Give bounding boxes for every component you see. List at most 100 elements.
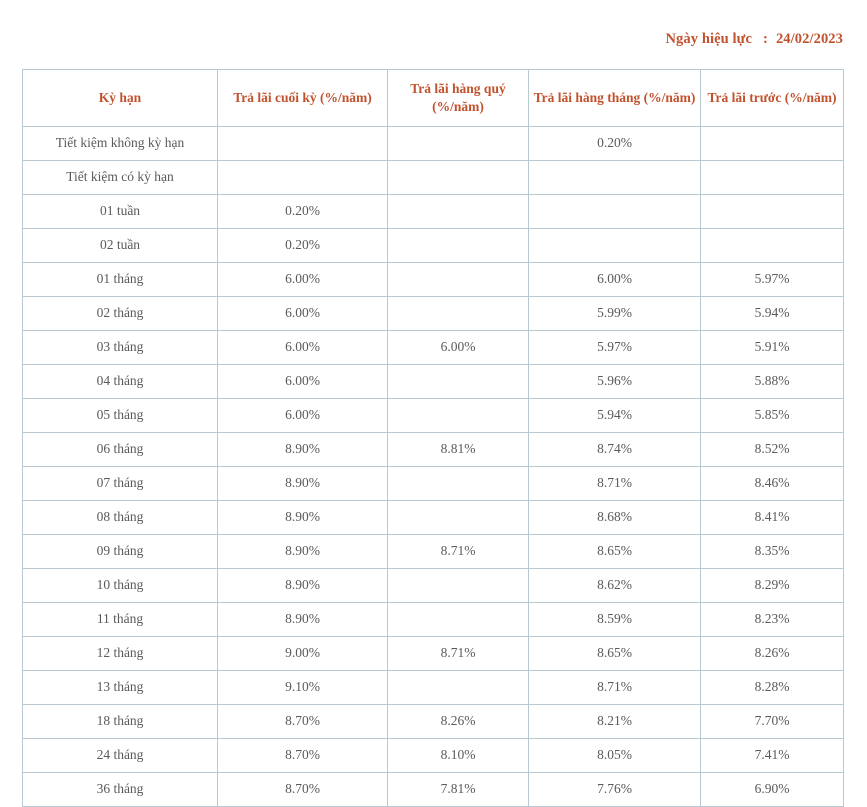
table-row: 10 tháng 8.90% 8.62% 8.29% [22, 568, 844, 603]
table-row: 11 tháng 8.90% 8.59% 8.23% [22, 602, 844, 637]
cell-advance: 8.28% [700, 670, 844, 705]
cell-term: 07 tháng [22, 466, 218, 501]
cell-quarterly [387, 364, 529, 399]
cell-end-of-term: 8.90% [217, 432, 388, 467]
cell-end-of-term: 0.20% [217, 194, 388, 229]
cell-quarterly [387, 398, 529, 433]
cell-end-of-term: 8.90% [217, 466, 388, 501]
cell-term: 11 tháng [22, 602, 218, 637]
cell-quarterly: 6.00% [387, 330, 529, 365]
cell-end-of-term: 8.70% [217, 704, 388, 739]
cell-term: 02 tuần [22, 228, 218, 263]
column-header-quarterly: Trả lãi hàng quý (%/năm) [387, 69, 529, 127]
effective-date: Ngày hiệu lực:24/02/2023 [665, 31, 843, 48]
cell-term: Tiết kiệm có kỳ hạn [22, 160, 218, 195]
cell-end-of-term: 6.00% [217, 330, 388, 365]
cell-monthly: 0.20% [528, 126, 701, 161]
cell-end-of-term: 6.00% [217, 262, 388, 297]
cell-end-of-term: 8.90% [217, 500, 388, 535]
table-row: 03 tháng 6.00% 6.00% 5.97% 5.91% [22, 330, 844, 365]
cell-end-of-term: 8.90% [217, 602, 388, 637]
cell-advance: 5.88% [700, 364, 844, 399]
cell-monthly: 5.97% [528, 330, 701, 365]
cell-monthly [528, 228, 701, 263]
table-row: 36 tháng 8.70% 7.81% 7.76% 6.90% [22, 772, 844, 807]
cell-monthly: 8.68% [528, 500, 701, 535]
cell-end-of-term [217, 126, 388, 161]
cell-advance: 5.91% [700, 330, 844, 365]
cell-monthly: 8.71% [528, 466, 701, 501]
cell-advance: 8.52% [700, 432, 844, 467]
cell-quarterly [387, 228, 529, 263]
cell-quarterly: 8.71% [387, 534, 529, 569]
cell-monthly: 8.71% [528, 670, 701, 705]
table-row: 01 tuần 0.20% [22, 194, 844, 229]
cell-term: 12 tháng [22, 636, 218, 671]
effective-date-separator: : [763, 31, 768, 47]
cell-monthly [528, 160, 701, 195]
cell-quarterly [387, 670, 529, 705]
cell-term: 09 tháng [22, 534, 218, 569]
cell-quarterly [387, 296, 529, 331]
table-header: Kỳ hạn Trả lãi cuối kỳ (%/năm) Trả lãi h… [22, 69, 844, 127]
table-row: 01 tháng 6.00% 6.00% 5.97% [22, 262, 844, 297]
table-row: 24 tháng 8.70% 8.10% 8.05% 7.41% [22, 738, 844, 773]
cell-quarterly [387, 126, 529, 161]
cell-term: 18 tháng [22, 704, 218, 739]
cell-end-of-term [217, 160, 388, 195]
cell-term: 05 tháng [22, 398, 218, 433]
cell-monthly: 8.21% [528, 704, 701, 739]
cell-end-of-term: 8.90% [217, 568, 388, 603]
table-row: Tiết kiệm có kỳ hạn [22, 160, 844, 195]
cell-term: 24 tháng [22, 738, 218, 773]
cell-term: Tiết kiệm không kỳ hạn [22, 126, 218, 161]
cell-term: 02 tháng [22, 296, 218, 331]
cell-term: 36 tháng [22, 772, 218, 807]
cell-advance: 8.46% [700, 466, 844, 501]
cell-quarterly: 8.26% [387, 704, 529, 739]
cell-quarterly: 8.71% [387, 636, 529, 671]
cell-monthly: 5.94% [528, 398, 701, 433]
cell-quarterly [387, 160, 529, 195]
cell-monthly: 7.76% [528, 772, 701, 807]
cell-advance: 5.97% [700, 262, 844, 297]
effective-date-value: 24/02/2023 [775, 31, 843, 47]
cell-end-of-term: 8.70% [217, 738, 388, 773]
cell-end-of-term: 9.10% [217, 670, 388, 705]
cell-term: 13 tháng [22, 670, 218, 705]
cell-end-of-term: 9.00% [217, 636, 388, 671]
cell-end-of-term: 6.00% [217, 364, 388, 399]
cell-quarterly: 8.81% [387, 432, 529, 467]
cell-term: 08 tháng [22, 500, 218, 535]
cell-advance [700, 228, 844, 263]
cell-advance [700, 194, 844, 229]
table-row: 06 tháng 8.90% 8.81% 8.74% 8.52% [22, 432, 844, 467]
cell-monthly: 8.74% [528, 432, 701, 467]
cell-advance: 7.41% [700, 738, 844, 773]
column-header-end-of-term: Trả lãi cuối kỳ (%/năm) [217, 69, 388, 127]
cell-quarterly: 7.81% [387, 772, 529, 807]
cell-monthly: 5.96% [528, 364, 701, 399]
cell-quarterly [387, 262, 529, 297]
table-body: Tiết kiệm không kỳ hạn 0.20% Tiết kiệm có … [22, 126, 844, 807]
cell-term: 03 tháng [22, 330, 218, 365]
cell-term: 01 tháng [22, 262, 218, 297]
cell-advance [700, 160, 844, 195]
cell-advance: 6.90% [700, 772, 844, 807]
table-row: 02 tháng 6.00% 5.99% 5.94% [22, 296, 844, 331]
cell-monthly [528, 194, 701, 229]
cell-advance: 8.41% [700, 500, 844, 535]
cell-quarterly [387, 466, 529, 501]
cell-term: 10 tháng [22, 568, 218, 603]
column-header-monthly: Trả lãi hàng tháng (%/năm) [528, 69, 701, 127]
column-header-advance: Trả lãi trước (%/năm) [700, 69, 844, 127]
cell-quarterly: 8.10% [387, 738, 529, 773]
column-header-term: Kỳ hạn [22, 69, 218, 127]
cell-end-of-term: 0.20% [217, 228, 388, 263]
cell-monthly: 8.65% [528, 534, 701, 569]
table-row: 12 tháng 9.00% 8.71% 8.65% 8.26% [22, 636, 844, 671]
table-row: Tiết kiệm không kỳ hạn 0.20% [22, 126, 844, 161]
cell-advance: 7.70% [700, 704, 844, 739]
cell-monthly: 5.99% [528, 296, 701, 331]
cell-advance: 8.23% [700, 602, 844, 637]
